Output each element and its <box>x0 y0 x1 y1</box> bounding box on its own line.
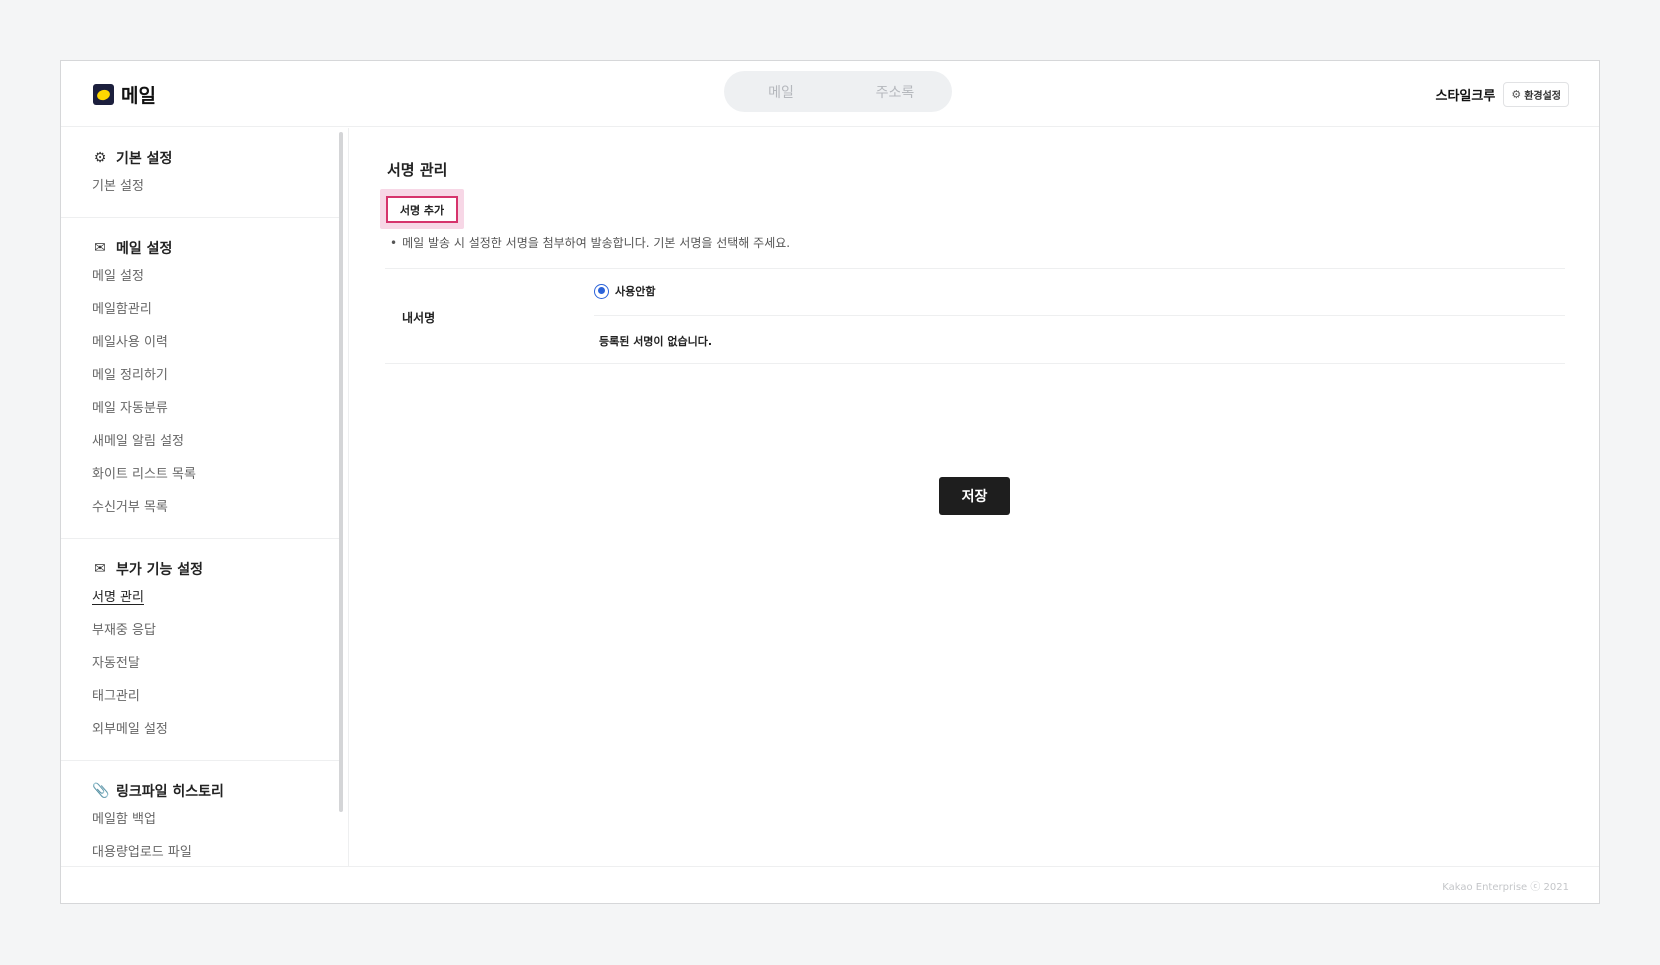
logo[interactable]: 메일 <box>93 81 156 108</box>
sidebar-section-extras: ✉ 부가 기능 설정 서명 관리 부재중 응답 자동전달 태그관리 외부메일 설… <box>61 539 339 761</box>
settings-label: 환경설정 <box>1524 91 1561 102</box>
sidebar-section-mail: ✉ 메일 설정 메일 설정 메일함관리 메일사용 이력 메일 정리하기 메일 자… <box>61 218 339 539</box>
sidebar-section-linkfile: 📎 링크파일 히스토리 메일함 백업 대용량업로드 파일 <box>61 761 339 866</box>
sidebar-item-whitelist[interactable]: 화이트 리스트 목록 <box>92 458 339 491</box>
sidebar-item-mail-cleanup[interactable]: 메일 정리하기 <box>92 359 339 392</box>
section-title: 📎 링크파일 히스토리 <box>92 779 339 803</box>
sidebar-item-auto-sort[interactable]: 메일 자동분류 <box>92 392 339 425</box>
save-button[interactable]: 저장 <box>939 477 1010 515</box>
section-title-text: 메일 설정 <box>116 241 173 257</box>
notice-text: 메일 발송 시 설정한 서명을 첨부하여 발송합니다. 기본 서명을 선택해 주… <box>390 234 790 251</box>
sidebar-item-mail-settings[interactable]: 메일 설정 <box>92 260 339 293</box>
section-title-text: 기본 설정 <box>116 151 173 167</box>
copyright: Kakao Enterprise ⓒ 2021 <box>1442 882 1569 893</box>
tab-mail[interactable]: 메일 <box>724 82 838 102</box>
no-signature-option[interactable]: 사용안함 <box>594 283 655 299</box>
user-area: 스타일크루 ⚙ 환경설정 <box>1436 82 1569 107</box>
radio-label: 사용안함 <box>615 285 656 298</box>
sidebar-item-signature[interactable]: 서명 관리 <box>92 581 339 614</box>
signature-table: 내서명 사용안함 등록된 서명이 없습니다. <box>385 268 1565 364</box>
main-content: 서명 관리 서명 추가 메일 발송 시 설정한 서명을 첨부하여 발송합니다. … <box>349 128 1599 866</box>
sidebar-item-tags[interactable]: 태그관리 <box>92 680 339 713</box>
sidebar: ⚙ 기본 설정 기본 설정 ✉ 메일 설정 메일 설정 메일함관리 메일사용 이… <box>61 128 339 866</box>
top-header: 메일 메일 주소록 스타일크루 ⚙ 환경설정 <box>61 61 1599 127</box>
radio-button[interactable] <box>594 283 609 299</box>
empty-message: 등록된 서명이 없습니다. <box>599 335 713 348</box>
user-name[interactable]: 스타일크루 <box>1436 85 1496 104</box>
add-signature-highlight: 서명 추가 <box>380 189 464 229</box>
sidebar-scrollbar[interactable] <box>339 132 343 812</box>
add-signature-button[interactable]: 서명 추가 <box>386 196 458 223</box>
sidebar-item-new-mail-alert[interactable]: 새메일 알림 설정 <box>92 425 339 458</box>
mail-logo-icon <box>93 84 114 105</box>
settings-button[interactable]: ⚙ 환경설정 <box>1503 82 1569 107</box>
sidebar-item-external-mail[interactable]: 외부메일 설정 <box>92 713 339 746</box>
gear-icon: ⚙ <box>93 150 107 166</box>
sidebar-item-mailbox-manage[interactable]: 메일함관리 <box>92 293 339 326</box>
sidebar-item-mailbox-backup[interactable]: 메일함 백업 <box>92 803 339 836</box>
gear-icon: ⚙ <box>1511 88 1522 101</box>
section-title: ✉ 부가 기능 설정 <box>92 557 339 581</box>
sidebar-item-away-reply[interactable]: 부재중 응답 <box>92 614 339 647</box>
divider <box>385 363 1565 364</box>
top-tab-bar: 메일 주소록 <box>724 71 952 112</box>
mail-plus-icon: ✉ <box>94 561 106 577</box>
app-window: 메일 메일 주소록 스타일크루 ⚙ 환경설정 ⚙ 기본 설정 기본 설정 ✉ 메… <box>60 60 1600 904</box>
signature-label: 내서명 <box>402 311 436 325</box>
mail-settings-icon: ✉ <box>94 240 106 256</box>
signature-row: 내서명 사용안함 등록된 서명이 없습니다. <box>385 269 1565 363</box>
section-title-text: 링크파일 히스토리 <box>116 784 224 800</box>
sidebar-item-mail-history[interactable]: 메일사용 이력 <box>92 326 339 359</box>
sidebar-item-large-upload[interactable]: 대용량업로드 파일 <box>92 836 339 866</box>
sidebar-item-auto-forward[interactable]: 자동전달 <box>92 647 339 680</box>
paperclip-icon: 📎 <box>92 783 110 799</box>
app-title: 메일 <box>121 85 156 107</box>
footer: Kakao Enterprise ⓒ 2021 <box>61 866 1599 904</box>
section-title: ✉ 메일 설정 <box>92 236 339 260</box>
sidebar-item-blocklist[interactable]: 수신거부 목록 <box>92 491 339 524</box>
tab-addressbook[interactable]: 주소록 <box>838 82 952 102</box>
divider <box>594 315 1565 316</box>
page-title: 서명 관리 <box>387 161 448 179</box>
section-title: ⚙ 기본 설정 <box>92 146 339 170</box>
sidebar-section-basic: ⚙ 기본 설정 기본 설정 <box>61 128 339 218</box>
section-title-text: 부가 기능 설정 <box>116 562 204 578</box>
sidebar-item-basic-settings[interactable]: 기본 설정 <box>92 170 339 203</box>
